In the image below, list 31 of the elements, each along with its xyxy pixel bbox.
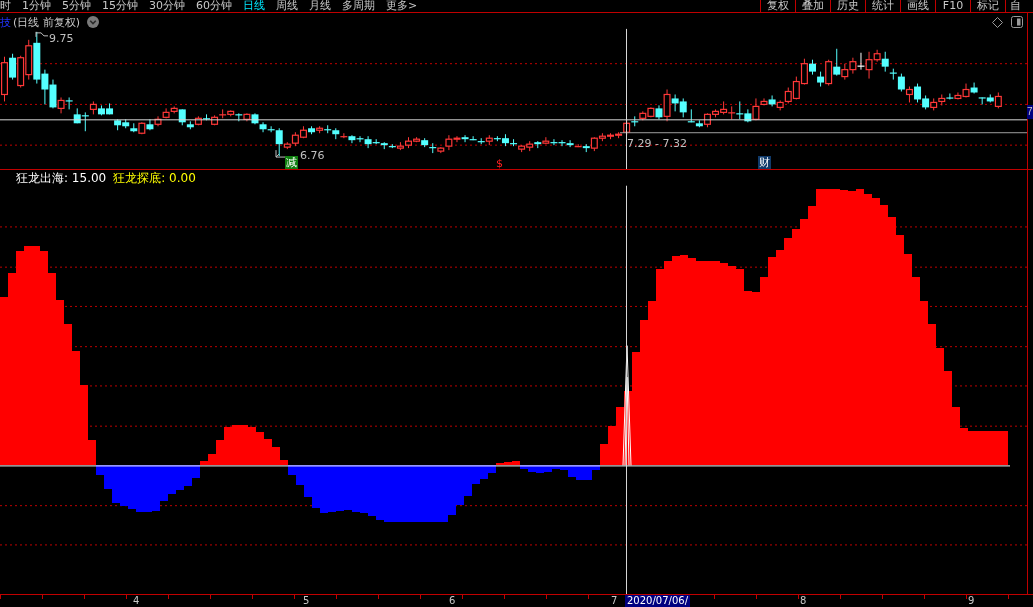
toolbar-button[interactable]: F10: [935, 0, 970, 12]
period-tab[interactable]: 15分钟: [102, 0, 138, 12]
period-tab[interactable]: 60分钟: [196, 0, 232, 12]
indicator-value: 狂龙出海: 15.00: [16, 170, 107, 186]
axis-price-label: 7: [1027, 105, 1033, 119]
period-tab[interactable]: 周线: [276, 0, 298, 12]
toolbar-button[interactable]: 叠加: [795, 0, 830, 12]
chart-title: (日线 前复权): [13, 15, 81, 29]
toolbar-button[interactable]: 标记: [970, 0, 1005, 12]
period-tab[interactable]: 更多>: [386, 0, 418, 12]
period-tab[interactable]: 时: [0, 0, 11, 12]
toolbar-button[interactable]: 统计: [865, 0, 900, 12]
toolbar-button[interactable]: 复权: [760, 0, 795, 12]
period-tab[interactable]: 30分钟: [149, 0, 185, 12]
axis-label: 8: [800, 595, 807, 607]
date-label: 2020/07/06/: [625, 595, 690, 607]
toolbar-button[interactable]: 自: [1005, 0, 1033, 12]
axis-label: 5: [303, 595, 310, 607]
period-tab[interactable]: 多周期: [342, 0, 375, 12]
indicator-value: 狂龙探底: 0.00: [113, 170, 196, 186]
period-tab[interactable]: 5分钟: [62, 0, 91, 12]
period-tab[interactable]: 月线: [309, 0, 331, 12]
toolbar-button[interactable]: 画线: [900, 0, 935, 12]
period-tab[interactable]: 日线: [243, 0, 265, 12]
axis-label: 9: [968, 595, 975, 607]
chart-label: 技: [0, 15, 11, 29]
axis-label: 6: [449, 595, 456, 607]
axis-label: 4: [133, 595, 140, 607]
toolbar-button[interactable]: 历史: [830, 0, 865, 12]
period-tab[interactable]: 1分钟: [22, 0, 51, 12]
axis-label: 7: [611, 595, 618, 607]
